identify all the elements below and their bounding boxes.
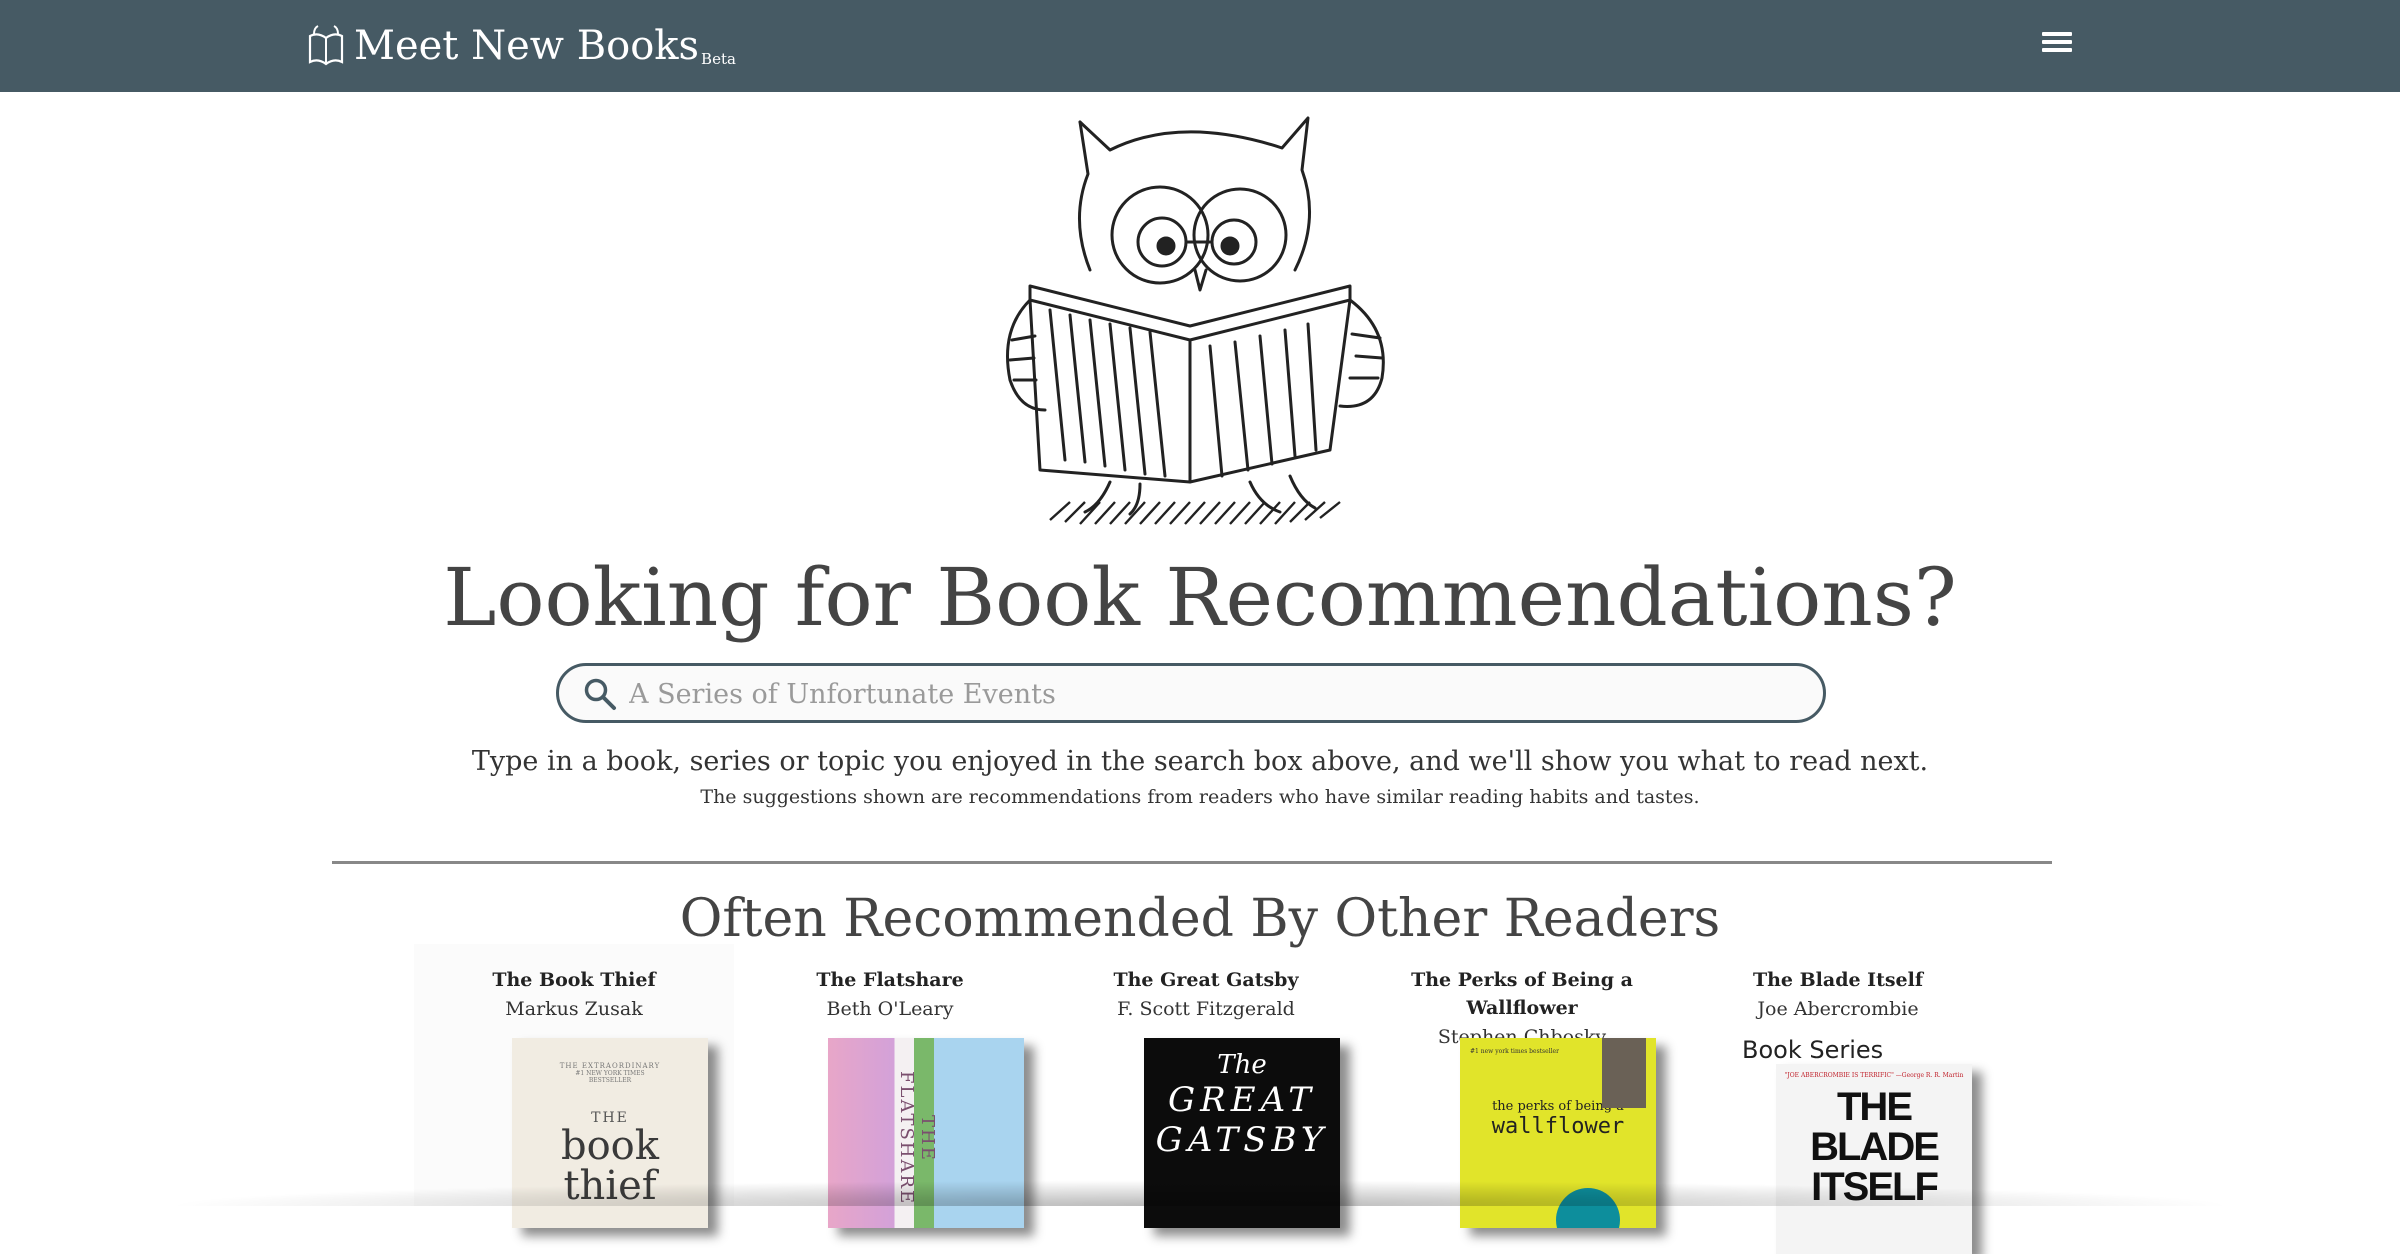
cover-text: wallflower [1491,1114,1625,1139]
book-card[interactable]: The Blade Itself Joe Abercrombie Book Se… [1678,944,1998,1254]
hero-title: Looking for Book Recommendations? [443,551,1957,644]
book-author: F. Scott Fitzgerald [1117,998,1295,1020]
cover-graphic [1556,1188,1620,1228]
cover-text: book [560,1123,659,1169]
cover-text: #1 new york times bestseller [1470,1048,1559,1055]
cover-text: The [1217,1050,1267,1080]
book-card[interactable]: The Perks of Being a Wallflower Stephen … [1362,944,1682,1228]
book-title: The Flatshare [816,969,964,991]
search-box[interactable] [556,663,1826,723]
owl-reading-illustration [1006,116,1385,525]
search-icon [584,678,616,710]
cover-text: thief [563,1163,657,1209]
book-cover[interactable]: The GREAT GATSBY [1144,1038,1340,1228]
brand-title: Meet New Books [354,23,700,69]
book-author: Joe Abercrombie [1757,998,1919,1020]
cover-text: BESTSELLER [588,1077,632,1084]
book-title: The Blade Itself [1752,969,1924,991]
book-author: Beth O'Leary [826,998,954,1020]
book-cover[interactable]: THE EXTRAORDINARY #1 NEW YORK TIMES BEST… [512,1038,708,1228]
book-card[interactable]: The Great Gatsby F. Scott Fitzgerald The… [1046,944,1366,1228]
search-input[interactable] [627,672,1791,716]
book-author: Markus Zusak [505,998,643,1020]
cover-text: GREAT [1168,1080,1316,1120]
cover-text: THE BLADE [1810,1085,1940,1169]
cover-text: ITSELF [1811,1165,1939,1209]
book-title: The Perks of Being a Wallflower [1411,969,1633,1019]
book-card[interactable]: The Book Thief Markus Zusak THE EXTRAORD… [414,944,734,1228]
top-navbar: Meet New Books Beta [0,0,2400,92]
hamburger-menu-icon[interactable] [2040,28,2074,62]
cover-photo [1602,1038,1646,1108]
book-cover[interactable]: THE FLATSHARE [828,1038,1024,1228]
book-title: The Great Gatsby [1113,969,1299,991]
search-instructions: Type in a book, series or topic you enjo… [471,746,1929,777]
cover-text: THE EXTRAORDINARY [559,1062,661,1070]
open-book-logo-icon [308,25,344,66]
brand-link[interactable]: Meet New Books Beta [306,18,736,74]
book-cover[interactable]: "JOE ABERCROMBIE IS TERRIFIC" —George R.… [1776,1064,1972,1254]
beta-badge: Beta [701,50,736,68]
book-title: The Book Thief [492,969,656,991]
search-sub-instructions: The suggestions shown are recommendation… [700,786,1700,808]
cover-text: "JOE ABERCROMBIE IS TERRIFIC" —George R.… [1784,1072,1964,1079]
cover-text: THE FLATSHARE [896,1070,938,1206]
cover-text: GATSBY [1155,1120,1329,1160]
book-cover[interactable]: #1 new york times bestseller the perks o… [1460,1038,1656,1228]
cover-text: #1 NEW YORK TIMES [575,1070,645,1077]
book-card[interactable]: The Flatshare Beth O'Leary THE FLATSHARE [730,944,1050,1228]
series-label: Book Series [1742,1036,1884,1064]
section-divider [332,861,2052,864]
